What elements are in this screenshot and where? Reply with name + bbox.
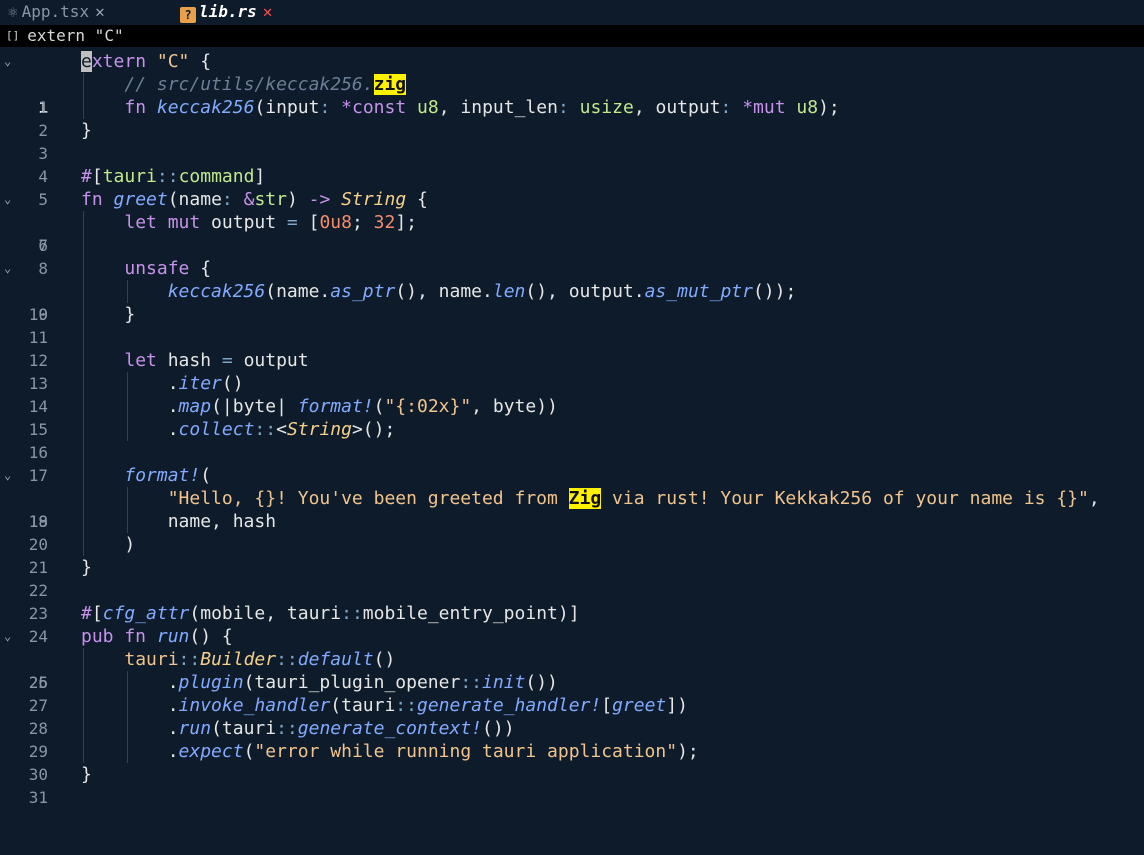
code-line: 5 #[tauri::command] [0, 165, 1144, 209]
chevron-down-icon[interactable]: ⌄ [4, 257, 18, 280]
code-line: ⌄ 9 unsafe { [0, 257, 1144, 324]
code-text: } [81, 304, 136, 325]
code-text: #[cfg_attr(mobile, tauri::mobile_entry_p… [81, 603, 580, 624]
code-line: ⌄ 6 fn greet(name: &str) -> String { [0, 188, 1144, 255]
code-line: 4 [0, 142, 1144, 186]
tab-label: App.tsx [21, 2, 90, 21]
code-text: fn keccak256(input: *const u8, input_len… [124, 97, 840, 118]
code-text: unsafe { [124, 258, 212, 279]
code-line: 23 [0, 579, 1144, 623]
code-line: ⌄ 25 pub fn run() { [0, 625, 1144, 692]
code-text: .expect("error while running tauri appli… [81, 741, 699, 762]
tab-lib-rs[interactable]: ? lib.rs ✕ [180, 2, 272, 24]
search-highlight: Zig [568, 488, 602, 509]
code-line: ⌄ 1 extern "C" { [0, 50, 1144, 117]
line-number: 31 [28, 788, 48, 807]
close-icon[interactable]: ✕ [263, 2, 273, 21]
breadcrumb-text: extern "C" [27, 26, 124, 45]
code-line: 12 [0, 326, 1144, 370]
code-line: 3 } [0, 119, 1144, 163]
rust-file-icon: ? [180, 7, 196, 23]
code-text: tauri::Builder::default() [124, 649, 396, 670]
code-line: 1 // src/utils/keccak256.zig [0, 73, 1144, 117]
code-line: 2 fn keccak256(input: *const u8, input_l… [0, 96, 1144, 140]
code-line: 15 .map(|byte| format!("{:02x}", byte)) [0, 395, 1144, 439]
code-text: } [81, 557, 92, 578]
code-line: 28 .invoke_handler(tauri::generate_handl… [0, 694, 1144, 738]
code-line: ⌄ 18 format!( [0, 464, 1144, 531]
chevron-down-icon[interactable]: ⌄ [4, 625, 18, 648]
code-text: keccak256(name.as_ptr(), name.len(), out… [167, 281, 797, 302]
code-line: 10 keccak256(name.as_ptr(), name.len(), … [0, 280, 1144, 324]
code-line: 20 name, hash [0, 510, 1144, 554]
code-line: 17 [0, 441, 1144, 485]
code-line: 7 let mut output = [0u8; 32]; [0, 211, 1144, 255]
close-icon[interactable]: ✕ [95, 2, 105, 21]
tab-bar: ⚛ App.tsx ✕ ? lib.rs ✕ [0, 0, 1144, 25]
code-text: .iter() [81, 373, 244, 394]
code-text: } [81, 764, 92, 785]
code-line: 27 .plugin(tauri_plugin_opener::init()) [0, 671, 1144, 715]
code-line: 30 .expect("error while running tauri ap… [0, 740, 1144, 784]
code-text: .invoke_handler(tauri::generate_handler!… [81, 695, 688, 716]
chevron-down-icon[interactable]: ⌄ [4, 50, 18, 73]
code-line: 26 tauri::Builder::default() [0, 648, 1144, 692]
code-text: format!( [124, 465, 212, 486]
tab-app-tsx[interactable]: ⚛ App.tsx ✕ [8, 2, 105, 24]
code-line: 19 "Hello, {}! You've been greeted from … [0, 487, 1144, 531]
code-text: #[tauri::command] [81, 166, 266, 187]
code-line: 24 #[cfg_attr(mobile, tauri::mobile_entr… [0, 602, 1144, 646]
code-text: .collect::<String>(); [81, 419, 396, 440]
tab-label: lib.rs [199, 2, 257, 21]
code-text: name, hash [81, 511, 277, 532]
code-line: 21 ) [0, 533, 1144, 577]
react-icon: ⚛ [8, 2, 18, 21]
code-text: extern "C" { [81, 51, 212, 72]
code-text: pub fn run() { [81, 626, 233, 647]
code-line: 22 } [0, 556, 1144, 600]
code-text: .run(tauri::generate_context!()) [81, 718, 515, 739]
code-line: 29 .run(tauri::generate_context!()) [0, 717, 1144, 761]
search-highlight: zig [373, 74, 407, 95]
code-text: let mut output = [0u8; 32]; [124, 212, 418, 233]
chevron-down-icon[interactable]: ⌄ [4, 464, 18, 487]
chevron-down-icon[interactable]: ⌄ [4, 188, 18, 211]
code-text: .map(|byte| format!("{:02x}", byte)) [81, 396, 558, 417]
breadcrumb[interactable]: [] extern "C" [0, 25, 1144, 47]
code-text: // src/utils/keccak256.zig [124, 74, 407, 95]
code-line: 16 .collect::<String>(); [0, 418, 1144, 462]
code-text: } [81, 120, 92, 141]
code-text: .plugin(tauri_plugin_opener::init()) [81, 672, 558, 693]
code-line: 14 .iter() [0, 372, 1144, 416]
code-text: let hash = output [124, 350, 309, 371]
code-editor[interactable]: ⌄ 1 extern "C" { 1 // src/utils/keccak25… [0, 47, 1144, 807]
code-line: 31 } [0, 763, 1144, 807]
brackets-icon: [] [6, 29, 20, 42]
code-text: ) [81, 534, 136, 555]
code-line: 13 let hash = output [0, 349, 1144, 393]
text-cursor: e [81, 51, 92, 72]
code-text: "Hello, {}! You've been greeted from Zig… [167, 488, 1100, 509]
code-text: fn greet(name: &str) -> String { [81, 189, 428, 210]
code-line: 11 } [0, 303, 1144, 347]
code-line: 8 [0, 234, 1144, 278]
